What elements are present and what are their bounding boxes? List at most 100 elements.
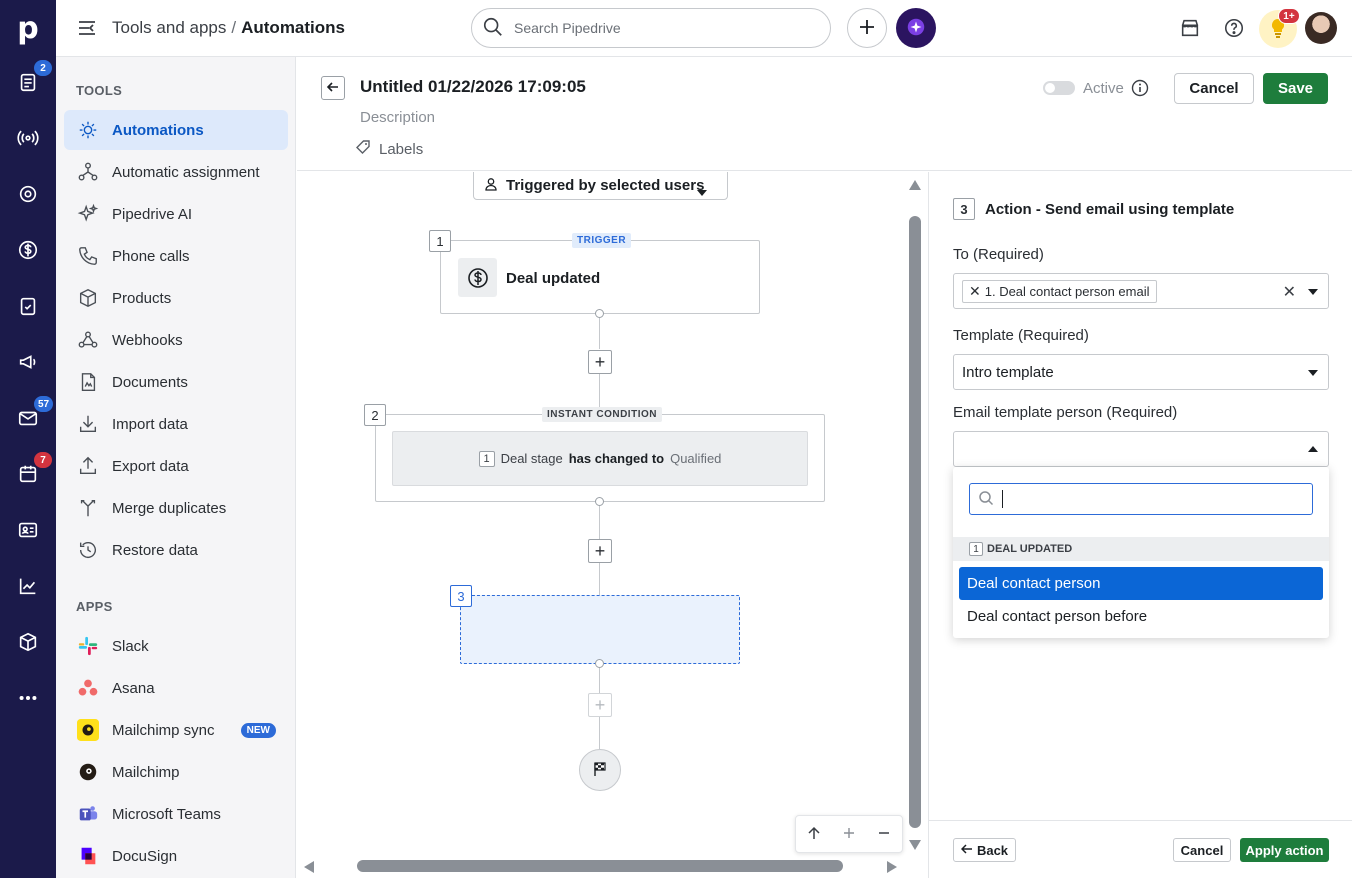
sidebar-item-label: Mailchimp: [112, 763, 180, 781]
global-search[interactable]: [471, 8, 831, 48]
rail-insights[interactable]: [0, 563, 56, 611]
save-button[interactable]: Save: [1263, 73, 1328, 104]
sidebar-item-label: Asana: [112, 679, 155, 697]
collapse-menu-icon[interactable]: [76, 18, 98, 38]
breadcrumb: Tools and apps / Automations: [112, 18, 345, 38]
sidebar-item-docusign[interactable]: DocuSign: [64, 836, 288, 876]
sidebar-item-documents[interactable]: Documents: [64, 362, 288, 402]
rail-leads[interactable]: 2: [0, 59, 56, 107]
cancel-button[interactable]: Cancel: [1174, 73, 1254, 104]
sidebar-item-automatic-assignment[interactable]: Automatic assignment: [64, 152, 288, 192]
sidebar-item-pipedrive-ai[interactable]: Pipedrive AI: [64, 194, 288, 234]
sidebar-item-microsoft-teams[interactable]: Microsoft Teams: [64, 794, 288, 834]
sidebar-item-label: Phone calls: [112, 247, 190, 265]
workflow-canvas[interactable]: Triggered by selected users Deal updated…: [297, 172, 927, 878]
back-button[interactable]: [321, 76, 345, 100]
apply-action-button[interactable]: Apply action: [1240, 838, 1329, 862]
sidebar-item-products[interactable]: Products: [64, 278, 288, 318]
sidebar-item-import-data[interactable]: Import data: [64, 404, 288, 444]
action-node-placeholder[interactable]: [460, 595, 740, 664]
condition-rule[interactable]: 1 Deal stage has changed to Qualified: [392, 431, 808, 486]
breadcrumb-separator: /: [231, 18, 237, 37]
arrow-left-icon: [326, 80, 340, 97]
rail-deals[interactable]: [0, 227, 56, 275]
rail-calendar[interactable]: 7: [0, 451, 56, 499]
sidebar-item-webhooks[interactable]: Webhooks: [64, 320, 288, 360]
condition-tag: INSTANT CONDITION: [542, 407, 662, 422]
trigger-users-dropdown[interactable]: Triggered by selected users: [473, 172, 728, 200]
import-icon: [76, 412, 100, 436]
description-field[interactable]: Description: [360, 109, 435, 126]
rail-more[interactable]: [0, 675, 56, 723]
arrow-up-icon[interactable]: [807, 824, 821, 845]
sidebar-item-label: Automations: [112, 121, 204, 139]
scroll-left-arrow[interactable]: [303, 860, 315, 877]
marketplace-icon[interactable]: [1176, 14, 1204, 42]
plus-icon: +: [594, 694, 606, 715]
sidebar-item-restore-data[interactable]: Restore data: [64, 530, 288, 570]
sidebar-item-mailchimp-sync[interactable]: Mailchimp sync NEW: [64, 710, 288, 750]
breadcrumb-parent[interactable]: Tools and apps: [112, 18, 226, 37]
rail-mail[interactable]: 57: [0, 395, 56, 443]
sidebar-item-automations[interactable]: Automations: [64, 110, 288, 150]
sidebar-item-mailchimp[interactable]: Mailchimp: [64, 752, 288, 792]
restore-icon: [76, 538, 100, 562]
docusign-logo: [76, 844, 100, 868]
chevron-down-icon[interactable]: [1308, 289, 1318, 295]
horizontal-scrollbar[interactable]: [357, 860, 843, 872]
cancel-action-button[interactable]: Cancel: [1173, 838, 1231, 862]
sidebar-item-asana[interactable]: Asana: [64, 668, 288, 708]
trigger-node[interactable]: Deal updated: [440, 240, 760, 314]
labels-button[interactable]: Labels: [355, 139, 423, 159]
sidebar-item-phone-calls[interactable]: Phone calls: [64, 236, 288, 276]
user-icon: [484, 177, 506, 195]
info-icon[interactable]: [1131, 79, 1149, 100]
quick-add-button[interactable]: [847, 8, 887, 48]
back-button[interactable]: Back: [953, 838, 1016, 862]
add-step-button[interactable]: +: [588, 539, 612, 563]
zoom-out-icon[interactable]: [877, 824, 891, 845]
automation-title[interactable]: Untitled 01/22/2026 17:09:05: [360, 77, 586, 97]
sidebar-item-merge-duplicates[interactable]: Merge duplicates: [64, 488, 288, 528]
sidebar-item-slack[interactable]: Slack: [64, 626, 288, 666]
clear-icon[interactable]: ✕: [1283, 282, 1296, 302]
finish-flag-icon: [592, 761, 608, 780]
person-dropdown-menu: 1 DEAL UPDATED Deal contact person Deal …: [953, 467, 1329, 638]
to-field[interactable]: ✕ 1. Deal contact person email ✕: [953, 273, 1329, 309]
pipedrive-logo[interactable]: p: [0, 0, 56, 56]
dropdown-option[interactable]: Deal contact person before: [959, 600, 1323, 633]
person-select[interactable]: [953, 431, 1329, 467]
rail-activities[interactable]: [0, 283, 56, 331]
active-toggle[interactable]: [1043, 81, 1075, 95]
rail-campaign-megaphone[interactable]: [0, 339, 56, 387]
ai-assistant-button[interactable]: [896, 8, 936, 48]
dropdown-option[interactable]: Deal contact person: [959, 567, 1323, 600]
phone-icon: [76, 244, 100, 268]
rail-products[interactable]: [0, 619, 56, 667]
template-field-label: Template (Required): [953, 327, 1089, 344]
rail-contacts[interactable]: [0, 507, 56, 555]
leads-badge: 2: [34, 60, 52, 76]
sparkle-icon: [76, 202, 100, 226]
help-icon[interactable]: [1220, 14, 1248, 42]
rail-goals[interactable]: [0, 171, 56, 219]
dollar-icon: [17, 239, 39, 264]
dropdown-search-input[interactable]: [969, 483, 1313, 515]
add-step-button[interactable]: +: [588, 350, 612, 374]
scroll-up-arrow[interactable]: [908, 178, 922, 194]
add-step-button-disabled[interactable]: +: [588, 693, 612, 717]
scroll-down-arrow[interactable]: [908, 838, 922, 854]
rail-campaigns[interactable]: [0, 115, 56, 163]
sidebar-item-export-data[interactable]: Export data: [64, 446, 288, 486]
template-select[interactable]: Intro template: [953, 354, 1329, 390]
megaphone-icon: [17, 351, 39, 376]
remove-chip-icon[interactable]: ✕: [969, 283, 981, 300]
automation-header: Untitled 01/22/2026 17:09:05 Description…: [297, 57, 1352, 171]
scroll-right-arrow[interactable]: [886, 860, 898, 877]
tag-icon: [355, 139, 379, 159]
user-avatar[interactable]: [1305, 12, 1337, 44]
search-input[interactable]: [514, 20, 814, 36]
condition-value: Qualified: [670, 451, 722, 466]
zoom-in-icon[interactable]: [842, 824, 856, 845]
vertical-scrollbar[interactable]: [909, 216, 921, 828]
